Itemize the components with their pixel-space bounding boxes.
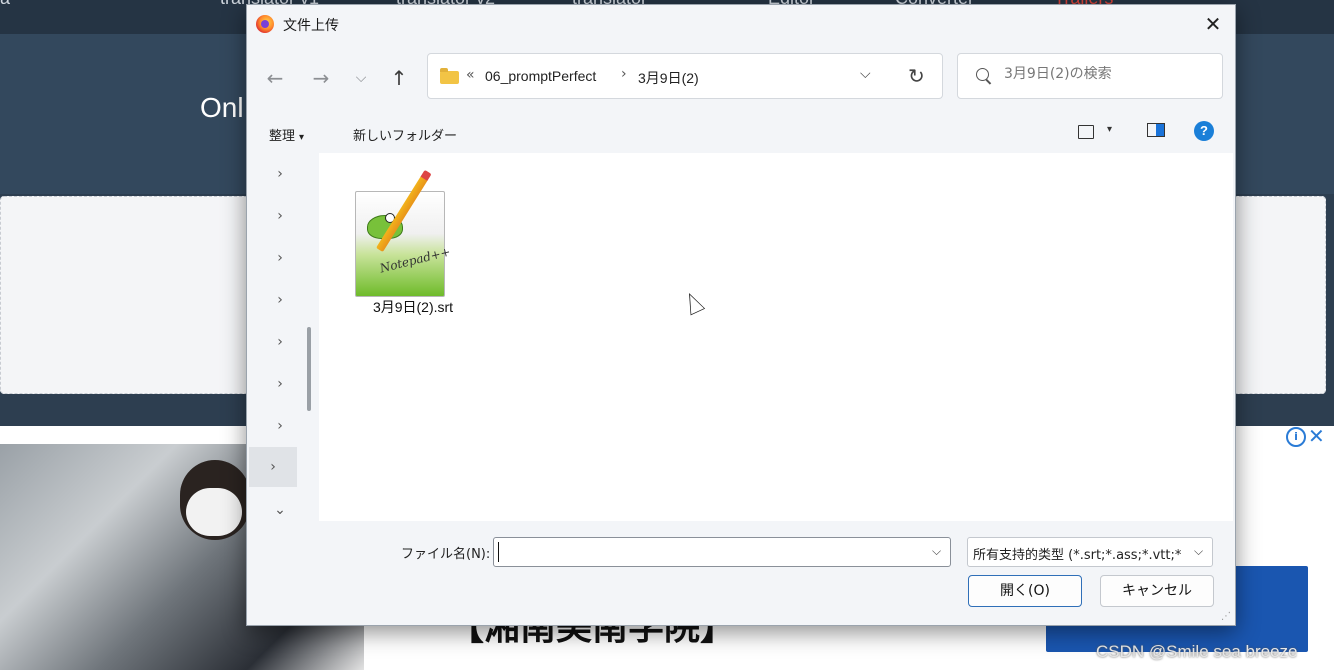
dialog-title: 文件上传: [283, 18, 339, 34]
file-upload-dialog: 文件上传 ✕ ← → ⌵ ↑ « 06_promptPerfect › 3月9日…: [246, 4, 1236, 626]
address-dropdown-button[interactable]: ⌵: [860, 66, 871, 82]
chevron-down-icon: ▾: [299, 132, 305, 143]
file-name-field-label: ファイル名(N):: [401, 547, 491, 562]
dialog-titlebar[interactable]: 文件上传 ✕: [247, 5, 1235, 43]
file-name-combobox[interactable]: ⌵: [493, 537, 951, 567]
forward-button[interactable]: →: [307, 65, 335, 91]
notepad-plus-plus-icon: Notepad++: [355, 174, 452, 297]
dialog-footer: ファイル名(N): ⌵ 所有支持的类型 (*.srt;*.ass;*.vtt;*…: [247, 521, 1235, 625]
back-button[interactable]: ←: [261, 65, 289, 91]
file-list[interactable]: Notepad++ 3月9日(2).srt: [319, 153, 1233, 521]
open-button[interactable]: 開く(O): [968, 575, 1082, 607]
chevron-down-icon: ⌵: [1194, 544, 1204, 558]
nav-expand-chevron[interactable]: ›: [273, 331, 287, 353]
ad-close-icon[interactable]: ✕: [1308, 424, 1325, 448]
command-toolbar: 整理 ▾ 新しいフォルダー ▾ ?: [247, 113, 1235, 153]
search-icon: [976, 68, 989, 81]
breadcrumb-overflow[interactable]: «: [466, 67, 475, 83]
resize-grip-icon[interactable]: ⋰: [1221, 611, 1231, 622]
recent-locations-button[interactable]: ⌵: [347, 65, 375, 91]
organize-label: 整理: [269, 129, 296, 144]
file-type-select[interactable]: 所有支持的类型 (*.srt;*.ass;*.vtt;* ⌵: [967, 537, 1213, 567]
firefox-icon: [256, 15, 274, 33]
new-folder-button[interactable]: 新しいフォルダー: [353, 125, 457, 144]
breadcrumb-separator[interactable]: ›: [621, 66, 627, 82]
bg-nav-item[interactable]: a: [0, 0, 10, 9]
nav-expand-chevron[interactable]: ›: [273, 205, 287, 227]
address-bar[interactable]: « 06_promptPerfect › 3月9日(2) ⌵ ↻: [427, 53, 943, 99]
close-button[interactable]: ✕: [1199, 11, 1227, 37]
nav-expand-chevron[interactable]: ›: [273, 373, 287, 395]
nav-expand-chevron[interactable]: ›: [273, 247, 287, 269]
nav-expand-chevron-selected[interactable]: ›: [249, 447, 297, 487]
file-type-value: 所有支持的类型 (*.srt;*.ass;*.vtt;*: [973, 548, 1181, 563]
organize-menu[interactable]: 整理 ▾: [269, 125, 304, 144]
background-heading: Onl: [200, 92, 244, 123]
view-mode-icon[interactable]: [1078, 125, 1094, 139]
mouse-cursor-fill: [683, 292, 704, 315]
breadcrumb-item[interactable]: 06_promptPerfect: [485, 68, 596, 84]
search-input[interactable]: [1004, 66, 1204, 82]
nav-expand-chevron[interactable]: ›: [273, 415, 287, 437]
nav-expand-chevron[interactable]: ›: [273, 289, 287, 311]
file-name-label: 3月9日(2).srt: [372, 299, 454, 315]
nav-scrollbar-thumb[interactable]: [307, 327, 311, 411]
navigation-bar: ← → ⌵ ↑ « 06_promptPerfect › 3月9日(2) ⌵ ↻: [247, 45, 1235, 109]
cancel-button[interactable]: キャンセル: [1100, 575, 1214, 607]
file-name-input[interactable]: [502, 542, 922, 562]
file-item[interactable]: Notepad++ 3月9日(2).srt: [349, 169, 477, 319]
nav-scroll-down-button[interactable]: ⌄: [273, 499, 287, 521]
chevron-down-icon[interactable]: ⌵: [932, 544, 941, 559]
ad-photo-mask: [186, 488, 242, 536]
ad-info-icon[interactable]: i: [1286, 427, 1306, 447]
view-options-dropdown[interactable]: ▾: [1107, 124, 1112, 135]
up-button[interactable]: ↑: [385, 65, 413, 91]
breadcrumb-item[interactable]: 3月9日(2): [638, 68, 699, 88]
refresh-icon[interactable]: ↻: [908, 64, 925, 88]
preview-pane-icon[interactable]: [1147, 123, 1165, 137]
nav-expand-chevron[interactable]: ›: [273, 163, 287, 185]
folder-icon: [440, 68, 459, 84]
search-box[interactable]: [957, 53, 1223, 99]
navigation-pane: › › › › › › › › ⌄: [247, 153, 319, 521]
watermark: CSDN @Smile sea breeze: [1096, 642, 1298, 661]
help-icon[interactable]: ?: [1194, 121, 1214, 141]
